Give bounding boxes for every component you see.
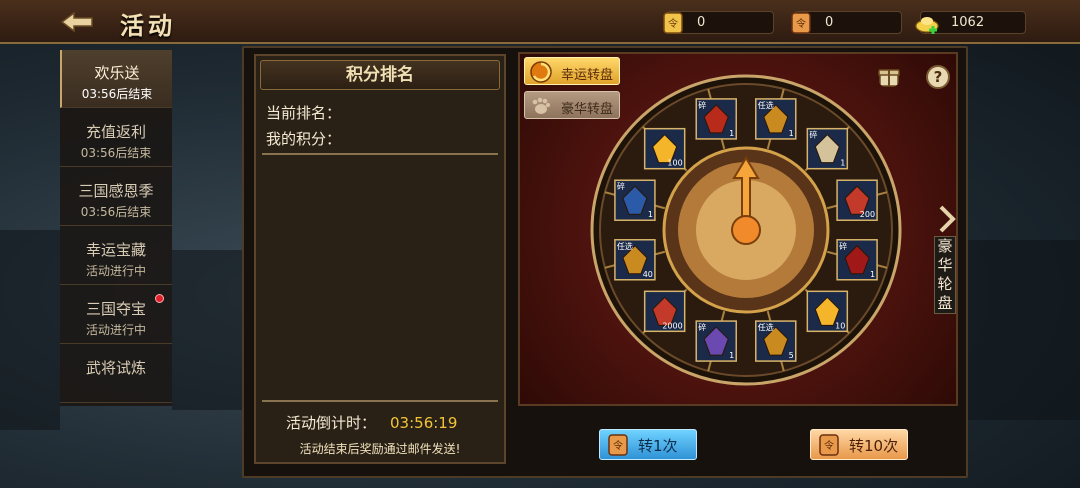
top-bar: 活动 令 0 令 0 1062: [0, 0, 1080, 44]
side-tab-label: 豪华轮盘: [937, 237, 953, 312]
sidebar-item-status: 03:56后结束: [80, 205, 152, 219]
sidebar-item-status: 活动进行中: [85, 264, 146, 278]
luxury-wheel-side-tab[interactable]: 豪华轮盘: [934, 236, 956, 314]
sidebar-item-thanksgiving[interactable]: 三国感恩季 03:56后结束: [60, 168, 172, 226]
sidebar-item-label: 幸运宝藏: [85, 241, 146, 259]
svg-text:令: 令: [796, 17, 806, 30]
svg-text:令: 令: [824, 439, 834, 452]
spin-once-label: 转1次: [638, 437, 678, 455]
resource-value: 1062: [951, 15, 985, 30]
sidebar-item-label: 三国感恩季: [78, 182, 154, 200]
wheel-item-purple-spirit-fragment[interactable]: 碎1: [695, 320, 737, 362]
sidebar-item-status: 03:56后结束: [80, 146, 152, 160]
lucky-wheel-icon: [530, 61, 552, 83]
gold-token-icon: 令: [663, 12, 683, 34]
item-count: 1: [870, 270, 875, 279]
item-tag: 任选: [758, 322, 774, 332]
spin-ten-label: 转10次: [849, 437, 899, 455]
page-title: 活动: [120, 11, 176, 40]
resource-ingot: 1062: [915, 11, 1026, 34]
back-arrow-icon[interactable]: [60, 10, 96, 34]
item-tag: 碎: [617, 181, 625, 191]
wheel-item-white-general-fragment[interactable]: 碎1: [806, 127, 849, 170]
wheel-item-gold-chest-optional[interactable]: 任选 5: [755, 320, 797, 362]
item-count: 200: [860, 210, 875, 219]
wheel-item-gold-chest-optional[interactable]: 任选 40: [614, 239, 656, 281]
wheel-item-red-general-fragment[interactable]: 碎1: [695, 98, 737, 140]
item-count: 1: [840, 159, 845, 168]
countdown-row: 活动倒计时： 03:56:19: [286, 412, 457, 433]
svg-text:令: 令: [613, 439, 623, 452]
resource-value: 0: [825, 15, 834, 30]
item-tag: 碎: [698, 100, 706, 110]
wheel-hub[interactable]: [731, 215, 761, 245]
activity-sidebar: 欢乐送 03:56后结束 充值返利 03:56后结束 三国感恩季 03:56后结…: [60, 50, 172, 406]
wheel-item-blue-general-fragment[interactable]: 碎1: [614, 179, 656, 221]
resource-bronze-token: 令 0: [791, 11, 902, 34]
wheel-item-general-fragment-red-banner[interactable]: 碎1: [836, 239, 878, 281]
item-count: 1: [789, 129, 794, 138]
background-ship: [172, 250, 242, 410]
item-count: 1: [729, 129, 734, 138]
wheel-item-yellow-crystal[interactable]: 100: [643, 127, 686, 170]
background-ship: [968, 240, 1080, 420]
svg-text:令: 令: [668, 17, 678, 30]
my-score-label: 我的积分：: [266, 130, 342, 148]
item-tag: 碎: [839, 241, 847, 251]
chevron-right-icon[interactable]: [938, 204, 956, 234]
sidebar-item-label: 充值返利: [85, 123, 146, 141]
mail-note: 活动结束后奖励通过邮件发送!: [299, 442, 461, 456]
wheel-item-gold-chest-optional[interactable]: 任选 1: [755, 98, 797, 140]
countdown-label: 活动倒计时：: [286, 414, 377, 432]
sidebar-item-huanlesong[interactable]: 欢乐送 03:56后结束: [60, 50, 172, 108]
bronze-token-icon: 令: [819, 434, 839, 456]
lucky-wheel: 碎1任选1 碎1200碎110任选5碎12000任选40碎1100: [590, 74, 902, 386]
rank-panel: 积分排名 当前排名： 我的积分： 活动倒计时： 03:56:19 活动结束后奖励通…: [254, 54, 506, 464]
divider: [262, 400, 498, 402]
item-count: 1: [648, 210, 653, 219]
countdown-value: 03:56:19: [390, 414, 458, 432]
rank-title-bar: 积分排名: [260, 60, 500, 90]
sidebar-item-label: 武将试炼: [85, 359, 146, 377]
paw-icon: [532, 97, 551, 114]
wheel-item-wei-package[interactable]: 2000: [643, 290, 686, 333]
resource-value: 0: [697, 15, 706, 30]
sidebar-item-recharge-rebate[interactable]: 充值返利 03:56后结束: [60, 109, 172, 167]
help-button[interactable]: ?: [926, 65, 950, 89]
bronze-token-icon: 令: [791, 12, 811, 34]
bronze-token-icon: 令: [608, 434, 628, 456]
item-tag: 碎: [698, 322, 706, 332]
wheel-item-wei-package[interactable]: 200: [836, 179, 878, 221]
resource-gold-token: 令 0: [663, 11, 774, 34]
ingot-add-icon[interactable]: [915, 10, 939, 36]
item-count: 100: [667, 159, 682, 168]
item-tag: 任选: [617, 241, 633, 251]
background-ship: [0, 230, 60, 430]
sidebar-item-status: 03:56后结束: [81, 87, 153, 101]
wheel-item-yellow-crystal[interactable]: 10: [806, 290, 849, 333]
item-count: 40: [643, 270, 653, 279]
item-count: 5: [789, 351, 794, 360]
rank-panel-title: 积分排名: [346, 65, 414, 85]
item-tag: 任选: [758, 100, 774, 110]
item-count: 1: [729, 351, 734, 360]
spin-once-button[interactable]: 令 转1次: [599, 429, 697, 460]
current-rank-label: 当前排名：: [266, 104, 342, 122]
notification-dot: [155, 294, 164, 303]
sidebar-item-lucky-treasure[interactable]: 幸运宝藏 活动进行中: [60, 227, 172, 285]
item-tag: 碎: [809, 130, 817, 140]
sidebar-item-status: 活动进行中: [85, 323, 146, 337]
sidebar-item-general-trial[interactable]: 武将试炼: [60, 345, 172, 403]
item-count: 10: [835, 321, 845, 330]
spin-ten-button[interactable]: 令 转10次: [810, 429, 908, 460]
sidebar-item-treasure-hunt[interactable]: 三国夺宝 活动进行中: [60, 286, 172, 344]
divider: [262, 153, 498, 155]
sidebar-item-label: 欢乐送: [94, 64, 140, 82]
item-count: 2000: [662, 321, 682, 330]
